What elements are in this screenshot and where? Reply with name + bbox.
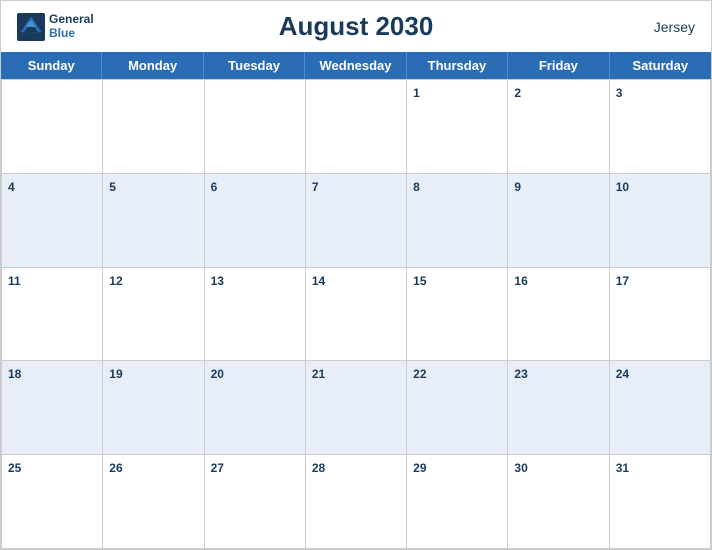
cell-number: 24 — [616, 367, 629, 381]
calendar-cell: 23 — [508, 361, 609, 455]
calendar-cell: 24 — [610, 361, 711, 455]
cell-number: 30 — [514, 461, 527, 475]
logo-text: General Blue — [49, 13, 94, 39]
calendar-cell: 4 — [2, 174, 103, 268]
region-label: Jersey — [654, 19, 695, 35]
cell-number: 6 — [211, 180, 218, 194]
calendar-cell: 2 — [508, 80, 609, 174]
calendar-cell: 3 — [610, 80, 711, 174]
logo-area: General Blue — [17, 13, 94, 41]
cell-number: 18 — [8, 367, 21, 381]
cell-number: 14 — [312, 274, 325, 288]
calendar-cell — [103, 80, 204, 174]
day-header-wednesday: Wednesday — [305, 52, 406, 79]
day-header-friday: Friday — [508, 52, 609, 79]
logo-blue: Blue — [49, 27, 94, 40]
calendar-cell: 7 — [306, 174, 407, 268]
calendar-cell: 10 — [610, 174, 711, 268]
cell-number: 1 — [413, 86, 420, 100]
calendar-cell: 5 — [103, 174, 204, 268]
calendar-cell: 9 — [508, 174, 609, 268]
calendar-cell — [2, 80, 103, 174]
cell-number: 23 — [514, 367, 527, 381]
day-header-monday: Monday — [102, 52, 203, 79]
cell-number: 17 — [616, 274, 629, 288]
calendar-container: General Blue August 2030 Jersey SundayMo… — [0, 0, 712, 550]
day-header-tuesday: Tuesday — [204, 52, 305, 79]
cell-number: 26 — [109, 461, 122, 475]
calendar-cell: 30 — [508, 455, 609, 549]
day-header-thursday: Thursday — [407, 52, 508, 79]
cell-number: 25 — [8, 461, 21, 475]
cell-number: 3 — [616, 86, 623, 100]
cell-number: 16 — [514, 274, 527, 288]
cell-number: 12 — [109, 274, 122, 288]
day-header-sunday: Sunday — [1, 52, 102, 79]
calendar-cell: 29 — [407, 455, 508, 549]
calendar-cell: 27 — [205, 455, 306, 549]
cell-number: 5 — [109, 180, 116, 194]
calendar-cell: 12 — [103, 268, 204, 362]
calendar-cell: 20 — [205, 361, 306, 455]
calendar-cell: 28 — [306, 455, 407, 549]
cell-number: 8 — [413, 180, 420, 194]
cell-number: 29 — [413, 461, 426, 475]
day-headers: SundayMondayTuesdayWednesdayThursdayFrid… — [1, 52, 711, 79]
cell-number: 15 — [413, 274, 426, 288]
calendar-cell: 15 — [407, 268, 508, 362]
calendar-cell: 16 — [508, 268, 609, 362]
calendar-title: August 2030 — [279, 11, 434, 42]
logo-icon — [17, 13, 45, 41]
calendar-cell — [306, 80, 407, 174]
cell-number: 19 — [109, 367, 122, 381]
calendar-cell — [205, 80, 306, 174]
cell-number: 7 — [312, 180, 319, 194]
calendar-cell: 19 — [103, 361, 204, 455]
calendar-cell: 25 — [2, 455, 103, 549]
cell-number: 28 — [312, 461, 325, 475]
cell-number: 13 — [211, 274, 224, 288]
cell-number: 2 — [514, 86, 521, 100]
calendar-cell: 14 — [306, 268, 407, 362]
cell-number: 11 — [8, 274, 21, 288]
cell-number: 31 — [616, 461, 629, 475]
calendar-cell: 11 — [2, 268, 103, 362]
calendar-cell: 26 — [103, 455, 204, 549]
calendar-header: General Blue August 2030 Jersey — [1, 1, 711, 52]
calendar-cell: 21 — [306, 361, 407, 455]
calendar-cell: 8 — [407, 174, 508, 268]
calendar-cell: 31 — [610, 455, 711, 549]
calendar-cell: 13 — [205, 268, 306, 362]
cell-number: 10 — [616, 180, 629, 194]
calendar-grid: 1234567891011121314151617181920212223242… — [1, 79, 711, 549]
calendar-cell: 18 — [2, 361, 103, 455]
calendar-cell: 17 — [610, 268, 711, 362]
cell-number: 22 — [413, 367, 426, 381]
calendar-cell: 1 — [407, 80, 508, 174]
cell-number: 21 — [312, 367, 325, 381]
cell-number: 20 — [211, 367, 224, 381]
cell-number: 27 — [211, 461, 224, 475]
cell-number: 4 — [8, 180, 15, 194]
day-header-saturday: Saturday — [610, 52, 711, 79]
calendar-cell: 6 — [205, 174, 306, 268]
calendar-cell: 22 — [407, 361, 508, 455]
cell-number: 9 — [514, 180, 521, 194]
